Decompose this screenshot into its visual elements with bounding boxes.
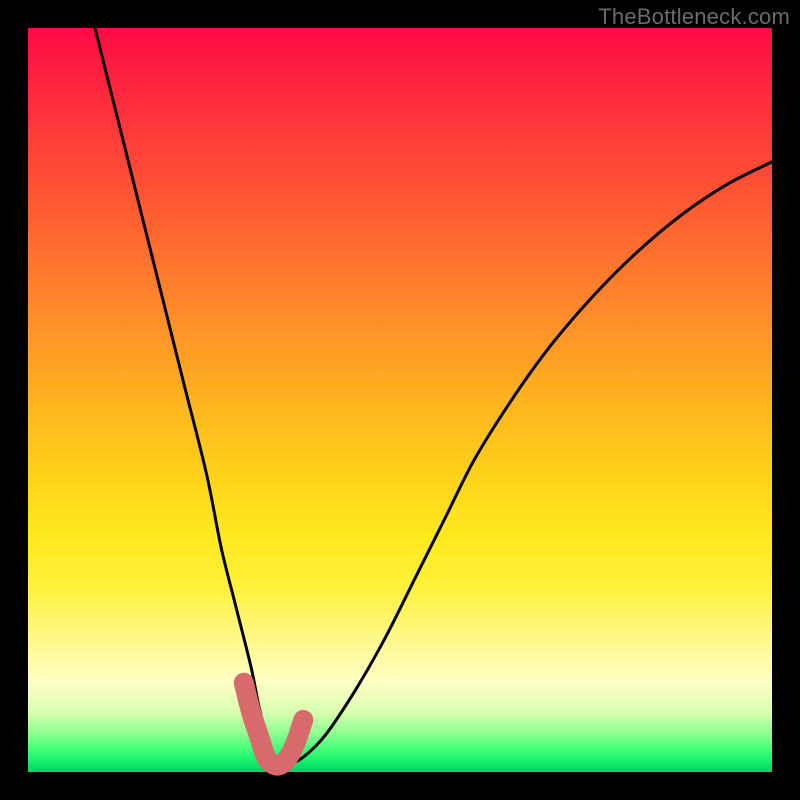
optimal-highlight bbox=[244, 683, 303, 766]
watermark-text: TheBottleneck.com bbox=[598, 4, 790, 30]
outer-frame: TheBottleneck.com bbox=[0, 0, 800, 800]
bottleneck-curve bbox=[95, 28, 772, 766]
chart-svg bbox=[28, 28, 772, 772]
plot-area bbox=[28, 28, 772, 772]
